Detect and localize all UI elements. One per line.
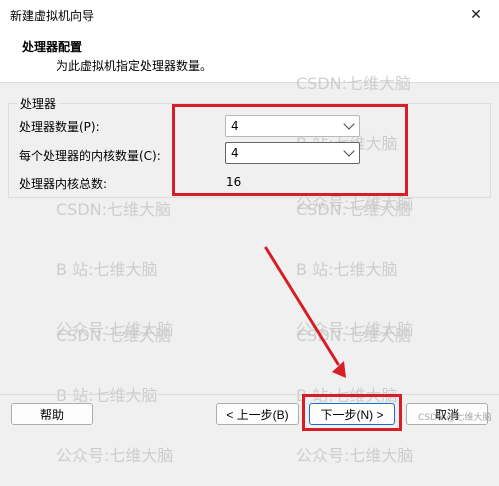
help-button[interactable]: 帮助 <box>11 403 93 425</box>
cancel-button[interactable]: 取消 <box>406 403 488 425</box>
back-button[interactable]: < 上一步(B) <box>216 403 299 425</box>
next-button-highlight-box <box>302 394 402 431</box>
annotation-arrow <box>264 246 346 378</box>
watermark-line: 公众号:七维大脑 <box>56 446 174 465</box>
footer-divider <box>0 394 499 395</box>
watermark-line: 公众号:七维大脑 <box>296 446 414 465</box>
